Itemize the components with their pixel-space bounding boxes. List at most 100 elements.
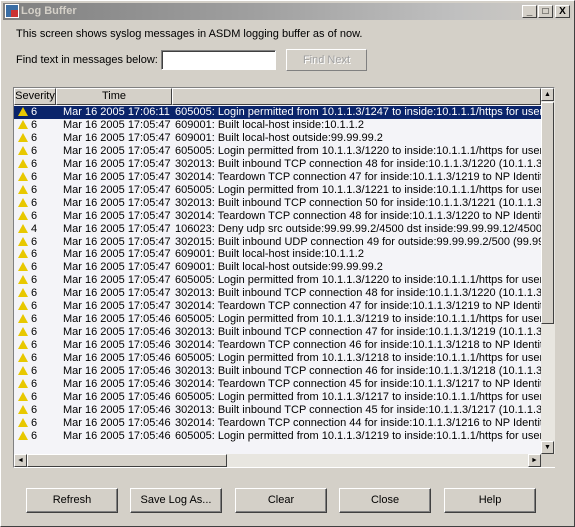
table-row[interactable]: 6 Mar 16 2005 17:05:46 302014: Teardown TC… <box>14 417 541 430</box>
table-row[interactable]: 6 Mar 16 2005 17:05:46 302013: Built inbou… <box>14 326 541 339</box>
message-cell: 605005: Login permitted from 10.1.1.3/12… <box>175 352 541 365</box>
table-row[interactable]: 6 Mar 16 2005 17:05:47 609001: Built local… <box>14 248 541 261</box>
severity-cell: 6 <box>18 236 56 249</box>
warning-icon <box>18 171 28 181</box>
table-row[interactable]: 6 Mar 16 2005 17:05:47 609001: Built local… <box>14 261 541 274</box>
table-row[interactable]: 6 Mar 16 2005 17:05:47 609001: Built local… <box>14 132 541 145</box>
find-input[interactable] <box>161 50 276 70</box>
scroll-up-button[interactable]: ▲ <box>541 88 554 101</box>
message-cell: 609001: Built local-host inside:10.1.1.2 <box>175 118 364 131</box>
severity-cell: 6 <box>18 417 56 430</box>
warning-icon <box>18 132 28 142</box>
horizontal-scrollbar[interactable]: ◄ ► <box>14 454 541 467</box>
time-cell: Mar 16 2005 17:05:47 <box>63 196 171 209</box>
maximize-button[interactable]: □ <box>538 5 553 18</box>
message-cell: 302013: Built inbound TCP connection 47 … <box>175 326 541 339</box>
severity-value: 6 <box>31 248 38 261</box>
severity-value: 6 <box>31 377 38 390</box>
vertical-scrollbar[interactable]: ▲ ▼ <box>541 88 555 454</box>
log-table: Severity Time 6 Mar 16 2005 17:06:11 60500… <box>13 87 555 468</box>
vertical-scroll-thumb[interactable] <box>541 102 554 324</box>
table-row[interactable]: 6 Mar 16 2005 17:05:47 609001: Built local… <box>14 119 541 132</box>
severity-cell: 6 <box>18 210 56 223</box>
column-header-severity[interactable]: Severity <box>14 88 56 105</box>
table-row[interactable]: 6 Mar 16 2005 17:05:47 302014: Teardown TC… <box>14 300 541 313</box>
message-cell: 302013: Built inbound TCP connection 48 … <box>175 287 541 300</box>
table-row[interactable]: 6 Mar 16 2005 17:05:46 302014: Teardown TC… <box>14 339 541 352</box>
table-row[interactable]: 6 Mar 16 2005 17:05:46 302013: Built inbou… <box>14 365 541 378</box>
warning-icon <box>18 236 28 246</box>
clear-button[interactable]: Clear <box>235 488 327 513</box>
table-row[interactable]: 4 Mar 16 2005 17:05:47 106023: Deny udp sr… <box>14 223 541 236</box>
table-row[interactable]: 6 Mar 16 2005 17:06:11 605005: Login permi… <box>14 106 541 119</box>
warning-icon <box>18 288 28 298</box>
table-row[interactable]: 6 Mar 16 2005 17:05:46 302014: Teardown TC… <box>14 378 541 391</box>
table-row[interactable]: 6 Mar 16 2005 17:05:47 302014: Teardown TC… <box>14 210 541 223</box>
severity-cell: 6 <box>18 106 56 119</box>
message-cell: 106023: Deny udp src outside:99.99.99.2/… <box>175 222 541 235</box>
time-cell: Mar 16 2005 17:05:47 <box>63 144 171 157</box>
table-row[interactable]: 6 Mar 16 2005 17:05:46 302013: Built inbou… <box>14 404 541 417</box>
message-cell: 605005: Login permitted from 10.1.1.3/12… <box>175 429 541 442</box>
severity-cell: 6 <box>18 274 56 287</box>
table-row[interactable]: 6 Mar 16 2005 17:05:47 302013: Built inbou… <box>14 197 541 210</box>
table-row[interactable]: 6 Mar 16 2005 17:05:46 605005: Login permi… <box>14 352 541 365</box>
table-row[interactable]: 6 Mar 16 2005 17:05:46 605005: Login permi… <box>14 313 541 326</box>
severity-cell: 6 <box>18 365 56 378</box>
warning-icon <box>18 366 28 375</box>
severity-value: 6 <box>31 313 38 326</box>
message-cell: 302014: Teardown TCP connection 45 for i… <box>175 377 541 390</box>
severity-cell: 6 <box>18 171 56 184</box>
time-cell: Mar 16 2005 17:05:47 <box>63 183 171 196</box>
scroll-down-button[interactable]: ▼ <box>541 441 554 454</box>
warning-icon <box>18 430 28 440</box>
message-cell: 605005: Login permitted from 10.1.1.3/12… <box>175 144 541 157</box>
table-row[interactable]: 6 Mar 16 2005 17:05:47 605005: Login permi… <box>14 145 541 158</box>
message-cell: 605005: Login permitted from 10.1.1.3/12… <box>175 274 541 287</box>
time-cell: Mar 16 2005 17:05:46 <box>63 390 171 403</box>
find-next-button[interactable]: Find Next <box>286 49 367 71</box>
scroll-left-button[interactable]: ◄ <box>14 454 27 467</box>
save-log-as-button[interactable]: Save Log As... <box>130 488 222 513</box>
warning-icon <box>18 378 28 388</box>
message-cell: 605005: Login permitted from 10.1.1.3/12… <box>175 390 541 403</box>
table-row[interactable]: 6 Mar 16 2005 17:05:47 605005: Login permi… <box>14 274 541 287</box>
time-cell: Mar 16 2005 17:05:47 <box>63 222 171 235</box>
warning-icon <box>18 197 28 207</box>
table-row[interactable]: 6 Mar 16 2005 17:05:47 605005: Login permi… <box>14 184 541 197</box>
title-bar[interactable]: Log Buffer _ □ X <box>3 3 572 20</box>
minimize-button[interactable]: _ <box>522 5 537 18</box>
column-header-time[interactable]: Time <box>56 88 172 105</box>
horizontal-scroll-thumb[interactable] <box>27 454 227 467</box>
close-button[interactable]: Close <box>339 488 431 513</box>
warning-icon <box>18 314 28 324</box>
table-row[interactable]: 6 Mar 16 2005 17:05:47 302015: Built inbou… <box>14 236 541 249</box>
help-button[interactable]: Help <box>444 488 536 513</box>
table-row[interactable]: 6 Mar 16 2005 17:05:47 302013: Built inbou… <box>14 158 541 171</box>
time-cell: Mar 16 2005 17:05:47 <box>63 209 171 222</box>
severity-cell: 6 <box>18 404 56 417</box>
warning-icon <box>18 417 28 427</box>
scroll-right-button[interactable]: ► <box>528 454 541 467</box>
time-cell: Mar 16 2005 17:05:46 <box>63 339 171 352</box>
severity-cell: 6 <box>18 326 56 339</box>
message-cell: 302013: Built inbound TCP connection 45 … <box>175 403 541 416</box>
table-row[interactable]: 6 Mar 16 2005 17:05:46 605005: Login permi… <box>14 430 541 443</box>
time-cell: Mar 16 2005 17:05:47 <box>63 157 171 170</box>
message-cell: 302014: Teardown TCP connection 48 for i… <box>175 209 541 222</box>
close-window-button[interactable]: X <box>555 5 570 18</box>
warning-icon <box>18 158 28 168</box>
severity-cell: 6 <box>18 313 56 326</box>
column-header-message[interactable] <box>172 88 541 105</box>
severity-value: 6 <box>31 274 38 287</box>
table-row[interactable]: 6 Mar 16 2005 17:05:47 302014: Teardown TC… <box>14 171 541 184</box>
table-row[interactable]: 6 Mar 16 2005 17:05:46 605005: Login permi… <box>14 391 541 404</box>
severity-value: 6 <box>31 365 38 377</box>
severity-value: 6 <box>31 287 38 300</box>
refresh-button[interactable]: Refresh <box>26 488 118 513</box>
severity-cell: 6 <box>18 287 56 300</box>
severity-cell: 6 <box>18 339 56 352</box>
severity-value: 6 <box>31 429 38 442</box>
table-row[interactable]: 6 Mar 16 2005 17:05:47 302013: Built inbou… <box>14 287 541 300</box>
severity-value: 6 <box>31 170 38 183</box>
